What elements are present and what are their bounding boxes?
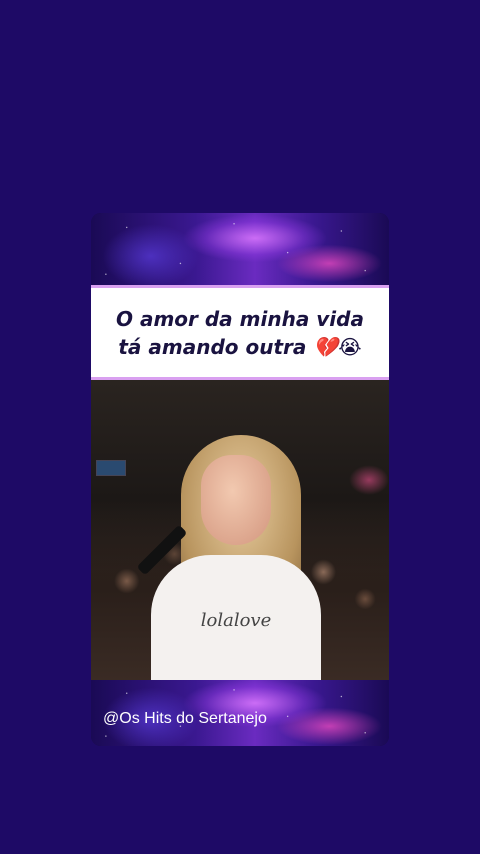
galaxy-banner-top: [91, 213, 389, 285]
background-screen: [96, 460, 126, 476]
video-card[interactable]: O amor da minha vida tá amando outra 💔😭 …: [91, 213, 389, 746]
neon-light: [349, 465, 389, 495]
singer-face: [201, 455, 271, 545]
caption-box: O amor da minha vida tá amando outra 💔😭: [91, 285, 389, 380]
shirt-print: lolalove: [200, 610, 272, 631]
watermark-handle: @Os Hits do Sertanejo: [103, 710, 267, 727]
caption-line-1: O amor da minha vida: [116, 306, 364, 331]
caption-line-2: tá amando outra 💔😭: [118, 334, 362, 359]
video-frame[interactable]: lolalove: [91, 380, 389, 680]
